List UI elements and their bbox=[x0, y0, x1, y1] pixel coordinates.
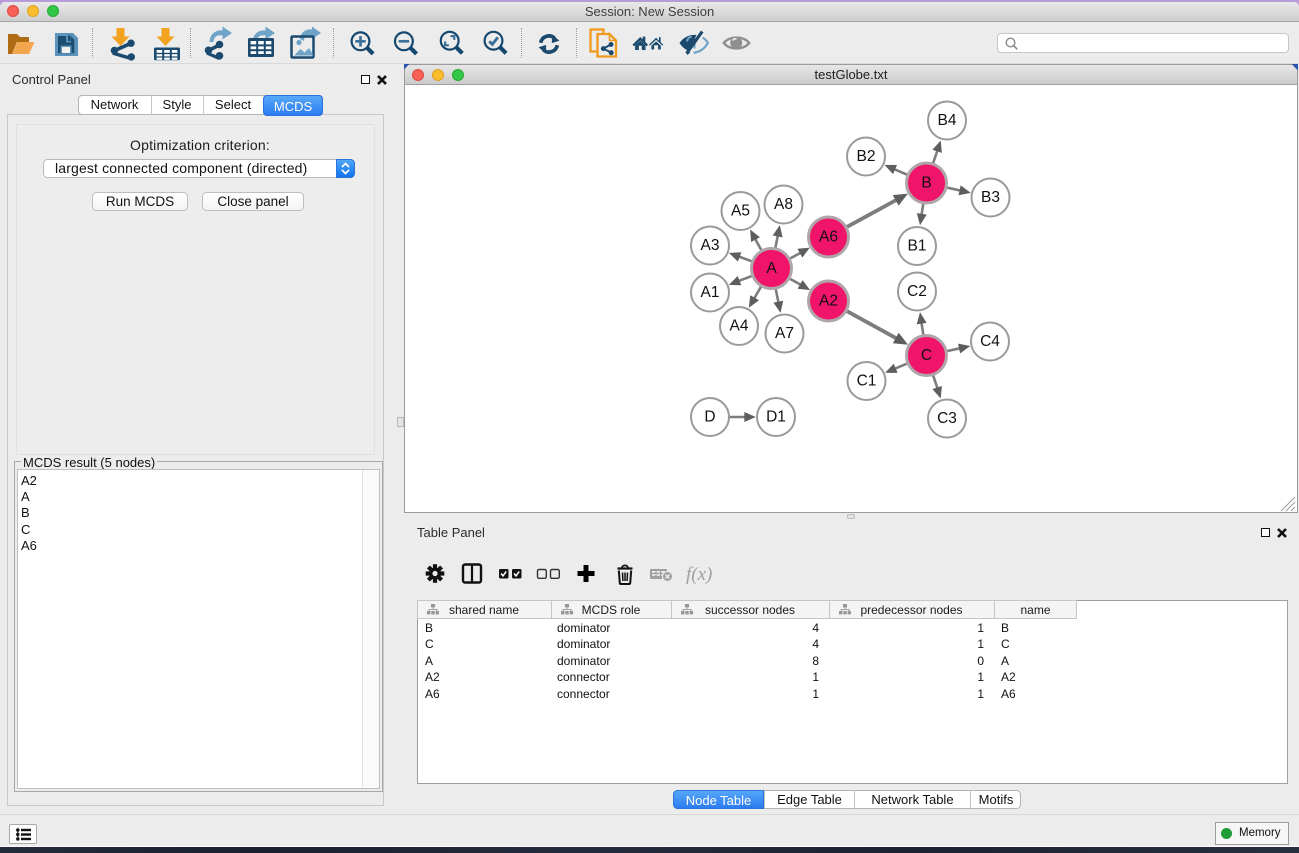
svg-text:C4: C4 bbox=[980, 333, 1000, 350]
svg-text:A: A bbox=[766, 260, 777, 277]
svg-text:C1: C1 bbox=[857, 373, 877, 390]
svg-text:A6: A6 bbox=[819, 229, 838, 246]
svg-text:f(x): f(x) bbox=[686, 564, 712, 585]
svg-text:C3: C3 bbox=[937, 410, 957, 427]
svg-text:A1: A1 bbox=[701, 284, 720, 301]
svg-text:C: C bbox=[921, 347, 932, 364]
svg-text:D: D bbox=[704, 409, 715, 426]
svg-text:A8: A8 bbox=[774, 196, 793, 213]
svg-text:D1: D1 bbox=[766, 409, 786, 426]
svg-text:A4: A4 bbox=[730, 318, 749, 335]
svg-text:C2: C2 bbox=[907, 283, 927, 300]
svg-text:B4: B4 bbox=[938, 112, 957, 129]
svg-text:A5: A5 bbox=[731, 203, 750, 220]
svg-text:B: B bbox=[921, 175, 931, 192]
svg-text:A7: A7 bbox=[775, 325, 794, 342]
svg-text:B3: B3 bbox=[981, 189, 1000, 206]
svg-text:A3: A3 bbox=[701, 237, 720, 254]
svg-text:B1: B1 bbox=[908, 238, 927, 255]
svg-text:A2: A2 bbox=[819, 293, 838, 310]
svg-text:B2: B2 bbox=[857, 148, 876, 165]
